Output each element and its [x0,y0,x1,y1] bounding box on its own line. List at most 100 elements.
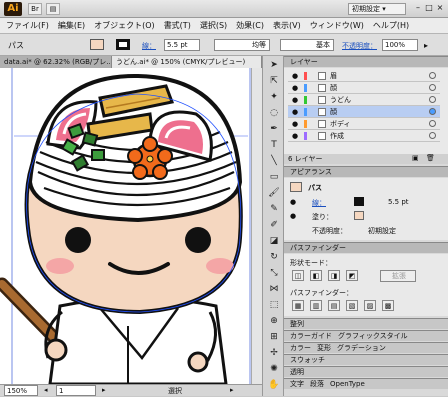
appearance-panel-header[interactable]: アピアランス [284,166,448,177]
layer-row-selected[interactable]: ● 顔 [288,106,440,118]
eye-icon[interactable]: ● [290,198,296,206]
symbol-sprayer-icon[interactable]: ✺ [266,362,282,376]
target-icon[interactable] [429,84,436,91]
free-transform-icon[interactable]: ⬚ [266,298,282,312]
exclude-icon[interactable]: ◩ [346,270,358,281]
next-artboard-icon[interactable]: ▸ [102,386,106,394]
divide-icon[interactable]: ▦ [292,300,304,311]
align-panel-tab[interactable]: 整列 [284,318,448,329]
unite-icon[interactable]: ◫ [292,270,304,281]
menu-select[interactable]: 選択(S) [200,20,227,31]
tab-character[interactable]: 文字 [290,379,304,389]
close-icon[interactable]: × [434,3,446,14]
tab-color[interactable]: カラー [290,343,311,353]
rotate-tool-icon[interactable]: ↻ [266,250,282,264]
control-menu-icon[interactable]: ▸ [424,41,428,50]
menu-file[interactable]: ファイル(F) [6,20,49,31]
tab-opentype[interactable]: OpenType [330,379,365,389]
tab-gradient[interactable]: グラデーション [337,343,386,353]
visibility-eye-icon[interactable]: ● [290,106,300,118]
swatches-panel-tab[interactable]: スウォッチ [284,354,448,365]
layer-row[interactable]: ● ボディ [288,118,440,130]
zoom-field[interactable]: 150% [4,385,38,396]
hand-tool-icon[interactable]: ✋ [266,378,282,392]
minus-back-icon[interactable]: ▩ [382,300,394,311]
transparency-panel-tab[interactable]: 透明 [284,366,448,377]
tab-udon-ai[interactable]: うどん.ai* @ 150% (CMYK/プレビュー) [112,56,262,68]
opacity-field[interactable]: 100% [382,39,418,51]
menu-effect[interactable]: 効果(C) [236,20,264,31]
fill-swatch[interactable] [90,39,104,50]
blob-brush-icon[interactable]: ✐ [266,218,282,232]
artboard-number-field[interactable]: 1 [56,385,96,396]
status-menu-icon[interactable]: ▸ [230,386,234,394]
menu-help[interactable]: ヘルプ(H) [373,20,409,31]
opacity-link[interactable]: 不透明度： [342,41,377,51]
target-icon[interactable] [429,72,436,79]
variable-width-profile[interactable]: 均等 [214,39,270,51]
minus-front-icon[interactable]: ◧ [310,270,322,281]
target-icon[interactable] [429,108,436,115]
brush-definition[interactable]: 基本 [280,39,334,51]
visibility-eye-icon[interactable]: ● [290,118,300,130]
menu-view[interactable]: 表示(V) [273,20,301,31]
stroke-weight-field[interactable]: 5.5 pt [164,39,200,51]
stroke-link[interactable]: 線： [142,41,156,51]
visibility-eye-icon[interactable]: ● [290,70,300,82]
target-icon[interactable] [429,132,436,139]
rectangle-tool-icon[interactable]: ▭ [266,170,282,184]
tab-graphic-styles[interactable]: グラフィックスタイル [338,331,408,341]
type-tool-icon[interactable]: T [266,138,282,152]
target-icon[interactable] [429,96,436,103]
expand-button[interactable]: 拡張 [380,270,416,282]
tab-transform[interactable]: 変形 [317,343,331,353]
menu-object[interactable]: オブジェクト(O) [94,20,155,31]
fill-color-swatch[interactable] [354,211,364,220]
magic-wand-icon[interactable]: ✦ [266,90,282,104]
workspace-switcher[interactable]: 初期設定 ▾ [348,3,406,15]
new-layer-icon[interactable]: ▣ [412,154,419,162]
menu-edit[interactable]: 編集(E) [58,20,85,31]
line-tool-icon[interactable]: ╲ [266,154,282,168]
lasso-icon[interactable]: ◌ [266,106,282,120]
intersect-icon[interactable]: ◨ [328,270,340,281]
layers-panel-header[interactable]: レイヤー [284,56,448,67]
paintbrush-icon[interactable]: 🖌 [266,186,282,200]
layer-row[interactable]: ● うどん [288,94,440,106]
pen-tool-icon[interactable]: ✒ [266,122,282,136]
prev-artboard-icon[interactable]: ◂ [44,386,48,394]
pencil-icon[interactable]: ✎ [266,202,282,216]
layer-row[interactable]: ● 眉 [288,70,440,82]
outline-icon[interactable]: ▨ [364,300,376,311]
visibility-eye-icon[interactable]: ● [290,130,300,142]
eyedropper-icon[interactable]: ✢ [266,346,282,360]
layer-row[interactable]: ● 顔 [288,82,440,94]
direct-selection-tool-icon[interactable]: ⇱ [266,74,282,88]
selection-tool-icon[interactable]: ➤ [266,58,282,72]
pathfinder-panel-header[interactable]: パスファインダー [284,242,448,253]
eye-icon[interactable]: ● [290,212,296,220]
stroke-color-swatch[interactable] [354,197,364,206]
artboard-canvas[interactable] [0,68,262,384]
visibility-eye-icon[interactable]: ● [290,94,300,106]
layer-row[interactable]: ● 作成 [288,130,440,142]
bridge-button[interactable]: Br [28,3,42,15]
perspective-grid-icon[interactable]: ⊞ [266,330,282,344]
target-icon[interactable] [429,120,436,127]
visibility-eye-icon[interactable]: ● [290,82,300,94]
scale-tool-icon[interactable]: ⤡ [266,266,282,280]
delete-layer-icon[interactable]: 🗑 [426,154,435,162]
vertical-scrollbar[interactable] [251,68,262,384]
shape-builder-icon[interactable]: ⊕ [266,314,282,328]
crop-icon[interactable]: ▧ [346,300,358,311]
tab-data-ai[interactable]: data.ai* @ 62.32% (RGB/プレ... [0,56,112,68]
menu-window[interactable]: ウィンドウ(W) [310,20,364,31]
tab-color-guide[interactable]: カラーガイド [290,331,332,341]
merge-icon[interactable]: ▤ [328,300,340,311]
tab-paragraph[interactable]: 段落 [310,379,324,389]
menu-type[interactable]: 書式(T) [164,20,191,31]
appearance-stroke-link[interactable]: 線： [312,198,326,208]
arrange-documents-button[interactable]: ▤ [46,3,60,15]
stroke-swatch[interactable] [116,39,130,50]
trim-icon[interactable]: ▥ [310,300,322,311]
